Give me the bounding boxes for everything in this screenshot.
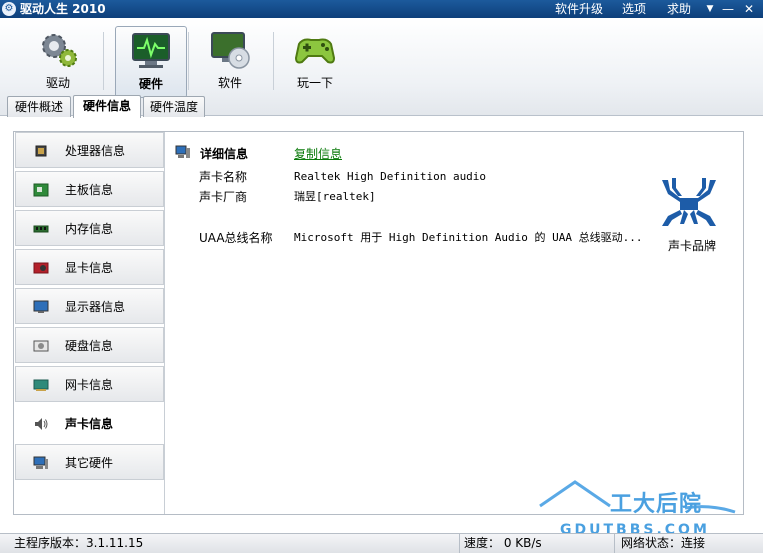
- sidebar-item-motherboard[interactable]: 主板信息: [15, 171, 164, 207]
- menu-help[interactable]: 求助: [667, 1, 691, 17]
- sidebar-item-label: 处理器信息: [65, 144, 126, 158]
- network-card-icon: [33, 379, 49, 391]
- sound-card-vendor-label: 声卡厂商: [199, 190, 248, 204]
- monitor-disc-icon: [211, 32, 250, 69]
- close-button[interactable]: ✕: [738, 0, 760, 18]
- sound-card-name-value: Realtek High Definition audio: [294, 170, 487, 183]
- sidebar-item-network[interactable]: 网卡信息: [15, 366, 164, 402]
- sound-card-brand-label: 声卡品牌: [668, 239, 717, 253]
- sidebar-item-graphics[interactable]: 显卡信息: [15, 249, 164, 285]
- minimize-button[interactable]: —: [717, 0, 739, 18]
- gamepad-icon: [294, 38, 336, 64]
- computer-icon: [33, 456, 48, 469]
- hardware-sidebar: 处理器信息 主板信息 内存信息 显卡信息 显示器信息 硬盘信息 网卡信息 声卡信…: [15, 132, 165, 514]
- app-logo-icon: ⚙: [2, 2, 16, 16]
- detail-title: 详细信息: [200, 147, 249, 161]
- toolbar-hardware-label: 硬件: [138, 77, 163, 91]
- monitor-pulse-icon: [132, 33, 170, 68]
- sidebar-item-label: 声卡信息: [65, 417, 114, 431]
- toolbar-driver-label: 驱动: [45, 76, 70, 90]
- tab-hardware-temperature[interactable]: 硬件温度: [143, 96, 205, 117]
- memory-icon: [33, 225, 49, 233]
- sound-card-vendor-value: 瑞昱[realtek]: [294, 190, 376, 203]
- sidebar-item-sound[interactable]: 声卡信息: [15, 405, 164, 441]
- menu-software-upgrade[interactable]: 软件升级: [555, 1, 603, 17]
- graphics-card-icon: [33, 262, 49, 274]
- toolbar-software-label: 软件: [217, 76, 242, 90]
- computer-icon: [175, 145, 190, 158]
- sidebar-item-cpu[interactable]: 处理器信息: [15, 132, 164, 168]
- uaa-bus-name-label: UAA总线名称: [199, 231, 273, 245]
- app-title: 驱动人生 2010: [20, 2, 106, 16]
- uaa-bus-name-value: Microsoft 用于 High Definition Audio 的 UAA…: [294, 231, 643, 244]
- sidebar-item-monitor[interactable]: 显示器信息: [15, 288, 164, 324]
- version-status: 主程序版本：3.1.11.15: [14, 536, 144, 550]
- sidebar-item-label: 其它硬件: [65, 456, 114, 470]
- realtek-crab-logo: [662, 178, 716, 226]
- speaker-icon: [35, 418, 48, 430]
- sidebar-item-other[interactable]: 其它硬件: [15, 444, 164, 480]
- sidebar-item-label: 主板信息: [65, 183, 114, 197]
- toolbar-driver-button[interactable]: 驱动: [22, 26, 94, 98]
- sidebar-item-label: 显示器信息: [65, 300, 126, 314]
- watermark-text: 工大后院: [610, 492, 703, 517]
- toolbar-software-button[interactable]: 软件: [194, 26, 266, 98]
- tab-hardware-overview[interactable]: 硬件概述: [7, 96, 71, 117]
- monitor-icon: [33, 300, 49, 313]
- toolbar-divider: [188, 32, 189, 90]
- cpu-icon: [35, 145, 47, 157]
- toolbar-game-label: 玩一下: [296, 76, 333, 90]
- sidebar-item-hard-disk[interactable]: 硬盘信息: [15, 327, 164, 363]
- sidebar-item-memory[interactable]: 内存信息: [15, 210, 164, 246]
- sound-card-name-label: 声卡名称: [199, 170, 248, 184]
- tab-hardware-info[interactable]: 硬件信息: [73, 95, 141, 118]
- menu-options[interactable]: 选项: [622, 1, 646, 17]
- toolbar-divider: [273, 32, 274, 90]
- sidebar-item-label: 硬盘信息: [65, 339, 114, 353]
- title-bar: ⚙ 驱动人生 2010 软件升级 选项 求助 ▼ — ✕: [0, 0, 763, 18]
- sidebar-item-label: 显卡信息: [65, 261, 114, 275]
- network-status: 网络状态：连接: [614, 534, 705, 553]
- toolbar-hardware-button[interactable]: 硬件: [115, 26, 187, 98]
- speed-status: 速度： 0 KB/s: [459, 534, 542, 553]
- hard-disk-icon: [33, 340, 49, 352]
- gears-icon: [42, 34, 77, 67]
- motherboard-icon: [33, 183, 49, 197]
- sidebar-item-label: 内存信息: [65, 222, 114, 236]
- copy-info-link[interactable]: 复制信息: [294, 145, 342, 162]
- toolbar-game-button[interactable]: 玩一下: [279, 26, 351, 98]
- toolbar-divider: [103, 32, 104, 90]
- sidebar-item-label: 网卡信息: [65, 378, 114, 392]
- status-bar: 主程序版本：3.1.11.15 速度： 0 KB/s 网络状态：连接: [0, 533, 763, 553]
